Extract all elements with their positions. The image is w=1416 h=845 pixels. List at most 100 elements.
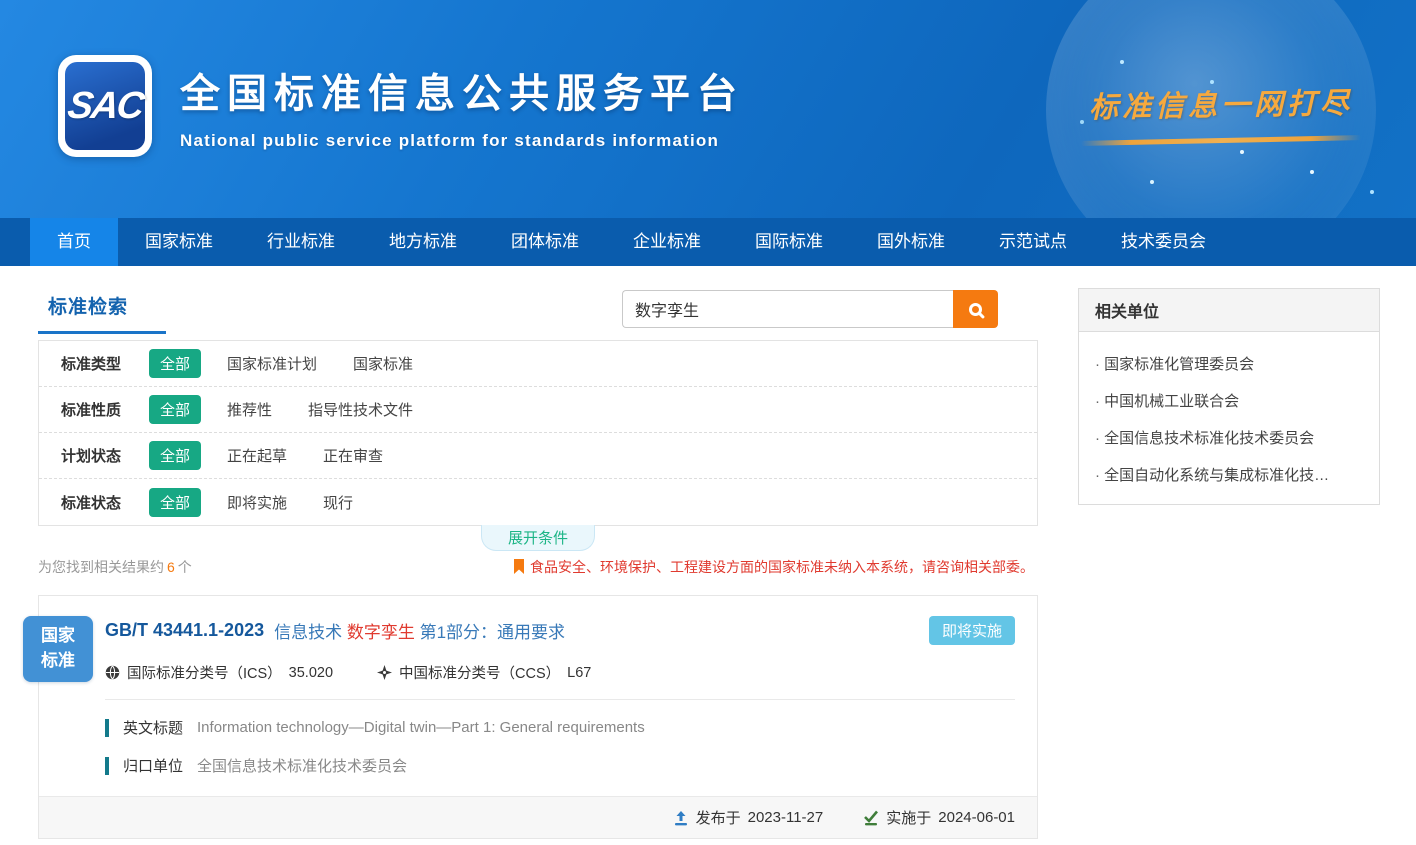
status-badge: 即将实施: [929, 616, 1015, 645]
sac-logo-text: SAC: [65, 85, 145, 128]
committee-label: 归口单位: [123, 755, 183, 776]
nav-item-enterprise-standards[interactable]: 企业标准: [606, 218, 728, 266]
search-tab-underline: [38, 331, 166, 334]
title-highlight: 数字孪生: [347, 623, 415, 642]
results-count-value: 6: [164, 559, 178, 575]
ccs-label: 中国标准分类号（CCS）: [399, 662, 560, 683]
standard-title-link[interactable]: 信息技术 数字孪生 第1部分：通用要求: [274, 618, 565, 643]
tab-standard-search[interactable]: 标准检索: [38, 288, 166, 334]
brand: SAC 全国标准信息公共服务平台 National public service…: [58, 55, 744, 157]
filter-option[interactable]: 正在起草: [227, 445, 287, 466]
published-date: 2023-11-27: [748, 809, 824, 826]
nav-item-local-standards[interactable]: 地方标准: [362, 218, 484, 266]
implemented-date-item: 实施于 2024-06-01: [863, 807, 1015, 828]
brand-text: 全国标准信息公共服务平台 National public service pla…: [180, 61, 744, 151]
badge-line2: 标准: [41, 649, 75, 674]
content: 标准检索 标准类型 全部 国家标准计划 国家标准 标准性质 全部 推荐性: [0, 266, 1416, 839]
sac-logo[interactable]: SAC: [58, 55, 152, 157]
filter-option[interactable]: 正在审查: [323, 445, 383, 466]
site-title: 全国标准信息公共服务平台: [180, 61, 744, 119]
filter-label: 标准性质: [61, 399, 149, 420]
sidebar-item-nits[interactable]: 全国信息技术标准化技术委员会: [1079, 414, 1379, 451]
filter-label: 标准类型: [61, 353, 149, 374]
filter-option[interactable]: 即将实施: [227, 492, 287, 513]
nav-item-group-standards[interactable]: 团体标准: [484, 218, 606, 266]
card-title-row: GB/T 43441.1-2023 信息技术 数字孪生 第1部分：通用要求 即将…: [105, 616, 1015, 645]
results-summary-row: 为您找到相关结果约6个 食品安全、环境保护、工程建设方面的国家标准未纳入本系统，…: [38, 557, 1038, 577]
search-icon: [969, 303, 982, 316]
nav-item-foreign-standards[interactable]: 国外标准: [850, 218, 972, 266]
ics-meta: 国际标准分类号（ICS） 35.020: [105, 662, 333, 683]
teal-bar: [105, 757, 109, 775]
english-title-label: 英文标题: [123, 717, 183, 738]
card-meta-row: 国际标准分类号（ICS） 35.020 中国标准分类号（CCS） L67: [105, 662, 1015, 700]
sidebar-item-cmif[interactable]: 中国机械工业联合会: [1079, 377, 1379, 414]
search-section: 标准检索: [38, 288, 1038, 340]
filter-option[interactable]: 现行: [323, 492, 353, 513]
filter-option[interactable]: 国家标准: [353, 353, 413, 374]
expand-wrap: 展开条件: [38, 525, 1038, 551]
expand-conditions-button[interactable]: 展开条件: [481, 525, 595, 551]
committee-value: 全国信息技术标准化技术委员会: [197, 755, 407, 776]
ccs-value: L67: [567, 665, 591, 681]
english-title-value: Information technology—Digital twin—Part…: [197, 719, 645, 736]
nav-item-national-standards[interactable]: 国家标准: [118, 218, 240, 266]
filter-all-button[interactable]: 全部: [149, 395, 201, 424]
filter-all-button[interactable]: 全部: [149, 488, 201, 517]
slogan-text: 标准信息一网打尽: [1081, 80, 1362, 127]
filter-option[interactable]: 推荐性: [227, 399, 272, 420]
teal-bar: [105, 719, 109, 737]
notice-text: 食品安全、环境保护、工程建设方面的国家标准未纳入本系统，请咨询相关部委。: [530, 557, 1034, 577]
slogan: 标准信息一网打尽: [1081, 82, 1361, 143]
search-button[interactable]: [953, 290, 998, 328]
filter-option[interactable]: 国家标准计划: [227, 353, 317, 374]
result-card: 国家 标准 GB/T 43441.1-2023 信息技术 数字孪生 第1部分：通…: [38, 595, 1038, 839]
filter-option[interactable]: 指导性技术文件: [308, 399, 413, 420]
nav-item-industry-standards[interactable]: 行业标准: [240, 218, 362, 266]
filter-row-standard-nature: 标准性质 全部 推荐性 指导性技术文件: [39, 387, 1037, 433]
results-count-suffix: 个: [178, 559, 192, 575]
title-part1: 信息技术: [274, 623, 347, 642]
nav-item-home[interactable]: 首页: [30, 218, 118, 266]
implemented-date: 2024-06-01: [938, 809, 1015, 826]
ics-label: 国际标准分类号（ICS）: [127, 662, 282, 683]
related-units-title: 相关单位: [1079, 289, 1379, 332]
sidebar-item-sac[interactable]: 国家标准化管理委员会: [1079, 340, 1379, 377]
site-subtitle: National public service platform for sta…: [180, 131, 744, 151]
filter-all-button[interactable]: 全部: [149, 349, 201, 378]
national-standard-badge: 国家 标准: [23, 616, 93, 682]
globe-icon: [105, 665, 120, 680]
filter-row-standard-status: 标准状态 全部 即将实施 现行: [39, 479, 1037, 525]
globe-dots-decoration: [1120, 60, 1124, 64]
title-part2: 第1部分：通用要求: [415, 623, 565, 642]
card-footer: 发布于 2023-11-27 实施于 2024-06-01: [39, 796, 1037, 838]
sidebar-item-automation[interactable]: 全国自动化系统与集成标准化技…: [1079, 451, 1379, 488]
main-column: 标准检索 标准类型 全部 国家标准计划 国家标准 标准性质 全部 推荐性: [38, 288, 1038, 839]
nav-item-technical-committee[interactable]: 技术委员会: [1094, 218, 1233, 266]
results-count-text: 为您找到相关结果约6个: [38, 557, 192, 577]
main-nav: 首页 国家标准 行业标准 地方标准 团体标准 企业标准 国际标准 国外标准 示范…: [0, 218, 1416, 266]
ccs-meta: 中国标准分类号（CCS） L67: [377, 662, 591, 683]
filter-panel: 标准类型 全部 国家标准计划 国家标准 标准性质 全部 推荐性 指导性技术文件 …: [38, 340, 1038, 526]
bookmark-icon: [513, 559, 525, 575]
badge-line1: 国家: [41, 624, 75, 649]
published-label: 发布于: [696, 807, 741, 828]
nav-item-international-standards[interactable]: 国际标准: [728, 218, 850, 266]
filter-row-standard-type: 标准类型 全部 国家标准计划 国家标准: [39, 341, 1037, 387]
card-body: GB/T 43441.1-2023 信息技术 数字孪生 第1部分：通用要求 即将…: [39, 596, 1037, 780]
filter-label: 标准状态: [61, 492, 149, 513]
filter-label: 计划状态: [61, 445, 149, 466]
standard-code-link[interactable]: GB/T 43441.1-2023: [105, 620, 264, 641]
check-icon: [863, 810, 879, 826]
system-notice: 食品安全、环境保护、工程建设方面的国家标准未纳入本系统，请咨询相关部委。: [513, 557, 1034, 577]
search-input[interactable]: [622, 290, 953, 328]
english-title-row: 英文标题 Information technology—Digital twin…: [105, 717, 1015, 738]
published-date-item: 发布于 2023-11-27: [673, 807, 824, 828]
nav-item-pilot[interactable]: 示范试点: [972, 218, 1094, 266]
search-box: [622, 290, 998, 328]
filter-all-button[interactable]: 全部: [149, 441, 201, 470]
results-count-prefix: 为您找到相关结果约: [38, 559, 164, 575]
committee-row: 归口单位 全国信息技术标准化技术委员会: [105, 755, 1015, 776]
related-units-panel: 相关单位 国家标准化管理委员会 中国机械工业联合会 全国信息技术标准化技术委员会…: [1078, 288, 1380, 505]
site-header: SAC 全国标准信息公共服务平台 National public service…: [0, 0, 1416, 218]
